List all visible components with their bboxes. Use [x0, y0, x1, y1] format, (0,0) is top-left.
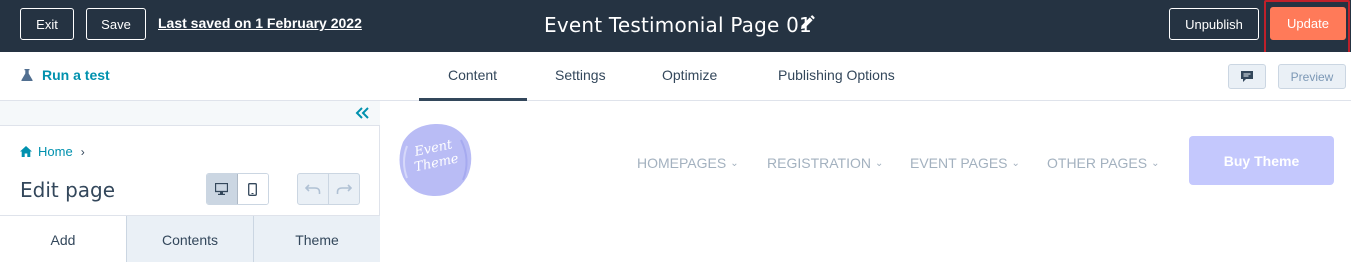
chevron-down-icon: ⌄ — [1151, 157, 1160, 169]
editor-nav-bar: Run a test Content Settings Optimize Pub… — [0, 52, 1351, 101]
edit-sidebar: Home › Edit page Add Contents Theme — [0, 101, 380, 262]
exit-button[interactable]: Exit — [20, 8, 74, 40]
preview-button[interactable]: Preview — [1278, 64, 1346, 89]
site-nav-homepages[interactable]: HOMEPAGES ⌄ — [637, 155, 739, 171]
site-nav-label: REGISTRATION — [767, 155, 871, 171]
site-nav-registration[interactable]: REGISTRATION ⌄ — [767, 155, 883, 171]
unpublish-button[interactable]: Unpublish — [1169, 8, 1259, 40]
site-nav-label: EVENT PAGES — [910, 155, 1008, 171]
redo-button[interactable] — [329, 174, 359, 204]
chevron-down-icon: ⌄ — [874, 157, 884, 169]
buy-theme-button[interactable]: Buy Theme — [1189, 136, 1334, 185]
desktop-view-button[interactable] — [207, 174, 238, 204]
chevron-down-icon: ⌄ — [1011, 157, 1020, 169]
sidebar-tabs: Add Contents Theme — [0, 215, 380, 262]
undo-button[interactable] — [298, 174, 329, 204]
site-nav-label: OTHER PAGES — [1047, 155, 1148, 171]
page-title: Event Testimonial Page 01 — [544, 13, 812, 37]
run-test-link[interactable]: Run a test — [20, 67, 110, 83]
tab-publishing-options[interactable]: Publishing Options — [778, 67, 895, 83]
undo-redo-group — [297, 173, 360, 205]
sidebar-collapse-row — [0, 101, 380, 126]
comment-icon — [1241, 71, 1253, 82]
tab-optimize[interactable]: Optimize — [662, 67, 717, 83]
mobile-icon — [248, 182, 258, 196]
sidebar-tab-add[interactable]: Add — [0, 216, 127, 262]
tab-settings[interactable]: Settings — [555, 67, 606, 83]
run-test-label: Run a test — [42, 67, 110, 83]
home-icon — [20, 146, 32, 157]
device-toggle — [206, 173, 269, 205]
chevron-right-icon: › — [80, 144, 85, 159]
page-preview-canvas[interactable]: Event Theme HOMEPAGES ⌄ REGISTRATION ⌄ E… — [381, 101, 1351, 262]
redo-icon — [336, 183, 352, 194]
desktop-icon — [215, 183, 229, 195]
flask-icon — [21, 69, 33, 81]
breadcrumb-home[interactable]: Home — [38, 144, 73, 159]
pencil-icon[interactable] — [798, 14, 816, 32]
chevron-down-icon: ⌄ — [730, 157, 739, 169]
mobile-view-button[interactable] — [237, 174, 268, 204]
sidebar-tab-contents[interactable]: Contents — [127, 216, 254, 262]
site-nav-event-pages[interactable]: EVENT PAGES ⌄ — [910, 155, 1020, 171]
undo-icon — [304, 183, 321, 194]
site-nav-other-pages[interactable]: OTHER PAGES ⌄ — [1047, 155, 1159, 171]
breadcrumb[interactable]: Home › — [20, 144, 85, 159]
double-chevron-left-icon[interactable] — [355, 106, 371, 120]
sidebar-title: Edit page — [20, 178, 116, 202]
editor-top-bar: Exit Save Last saved on 1 February 2022 … — [0, 0, 1351, 56]
sidebar-tab-theme[interactable]: Theme — [254, 216, 380, 262]
update-button[interactable]: Update — [1270, 7, 1346, 40]
last-saved-link[interactable]: Last saved on 1 February 2022 — [158, 15, 362, 31]
site-nav-label: HOMEPAGES — [637, 155, 727, 171]
tab-content[interactable]: Content — [448, 67, 497, 83]
comments-button[interactable] — [1228, 64, 1266, 89]
save-button[interactable]: Save — [86, 8, 146, 40]
